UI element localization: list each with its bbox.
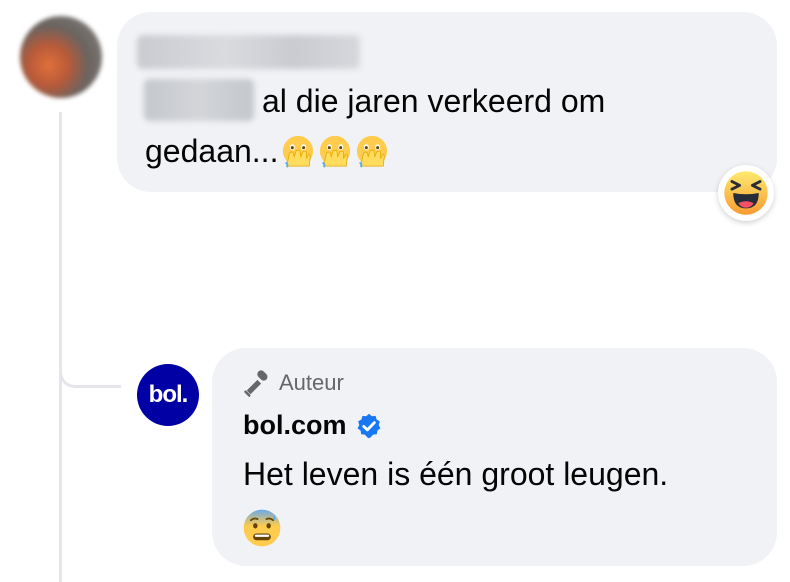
comment-text-line2-text: gedaan... [145, 133, 279, 169]
anxious-face-emoji [243, 509, 281, 547]
comment-text-line1: al die jaren verkeerd om [262, 83, 606, 119]
thread-reply-connector [59, 355, 121, 388]
mention-redacted[interactable] [144, 79, 254, 121]
haha-reaction-badge[interactable] [718, 165, 774, 221]
hand-over-mouth-emoji [283, 135, 314, 168]
comment-text-line2: gedaan... [145, 126, 389, 176]
hand-over-mouth-emoji [320, 135, 351, 168]
bol-avatar-text: bol. [148, 381, 189, 408]
author-badge: Auteur [243, 368, 344, 398]
verified-badge-icon [357, 413, 380, 438]
commenter-name-redacted[interactable] [137, 35, 360, 69]
commenter-avatar[interactable] [20, 16, 102, 98]
thread-connector-line [59, 112, 62, 582]
bol-avatar[interactable]: bol. [137, 364, 199, 426]
hand-over-mouth-emoji [357, 135, 388, 168]
microphone-icon [244, 370, 268, 397]
haha-reaction-icon [724, 171, 768, 215]
reply-text: Het leven is één groot leugen. [243, 456, 669, 492]
author-badge-label: Auteur [279, 370, 344, 395]
page-name[interactable]: bol.com [243, 410, 347, 441]
page-name-row: bol.com [243, 410, 383, 441]
